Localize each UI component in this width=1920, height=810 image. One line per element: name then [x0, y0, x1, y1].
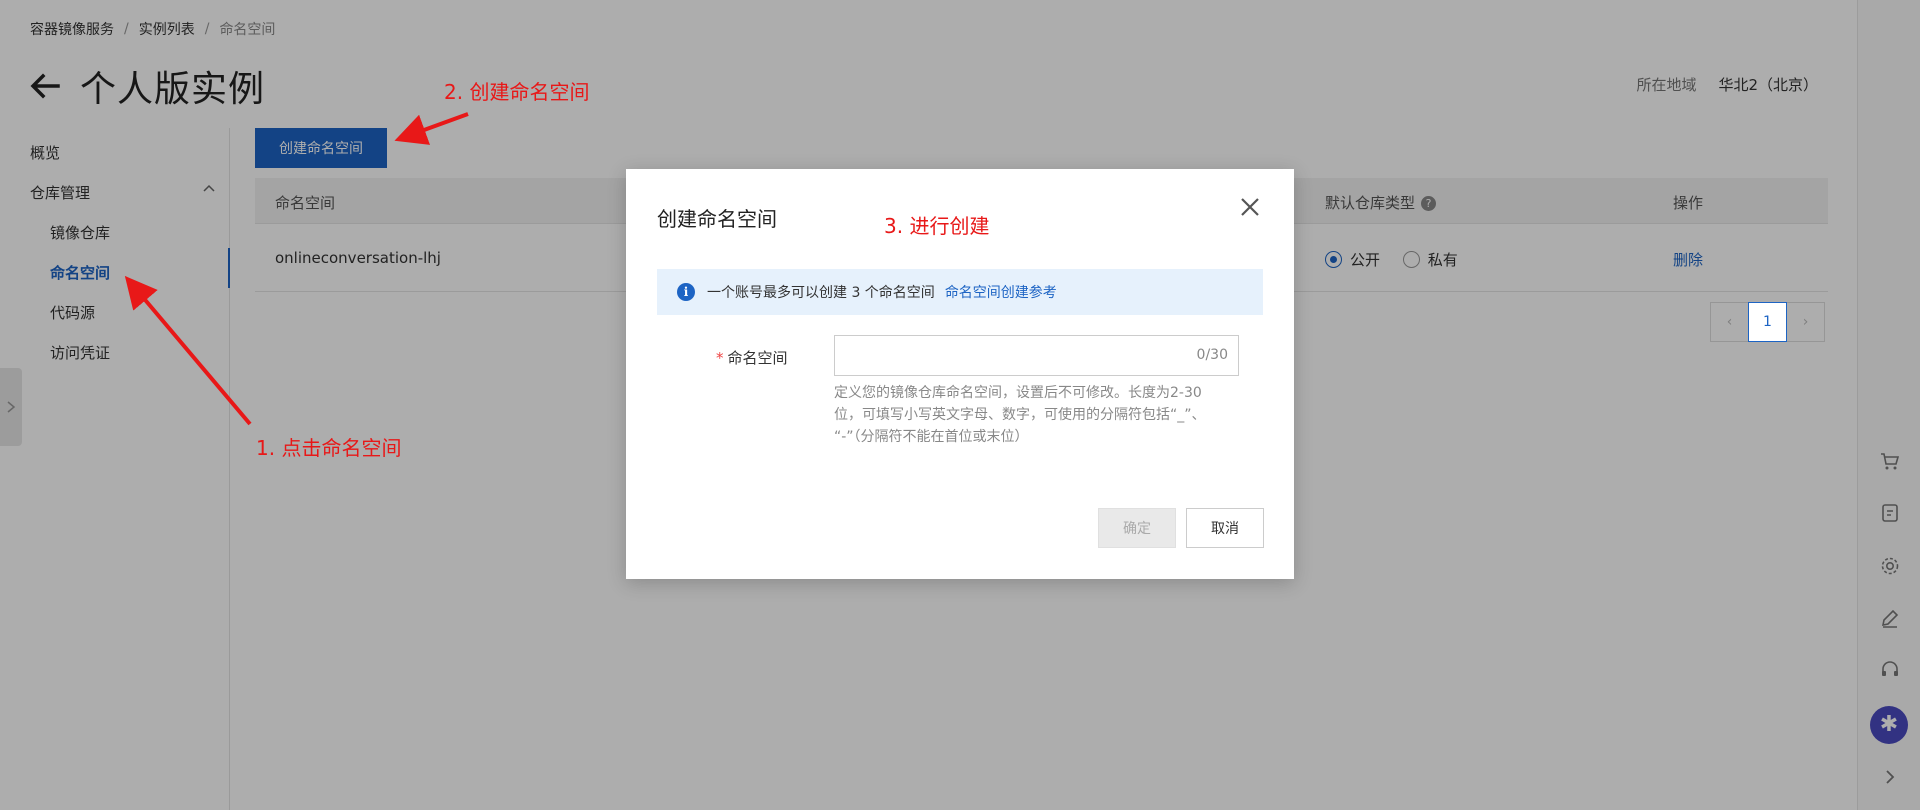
close-icon[interactable]	[1236, 193, 1264, 221]
help-line: 位，可填写小写英文字母、数字，可使用的分隔符包括“_”、	[834, 407, 1206, 423]
annotation-step-3: 3. 进行创建	[884, 214, 990, 238]
dialog-title: 创建命名空间	[657, 207, 777, 231]
page-root: 容器镜像服务 / 实例列表 / 命名空间 个人版实例 所在地域 华北2（北京） …	[0, 0, 1920, 810]
required-mark: *	[716, 349, 724, 367]
confirm-button[interactable]: 确定	[1098, 508, 1176, 548]
info-icon: i	[677, 283, 695, 301]
info-banner: i 一个账号最多可以创建 3 个命名空间 命名空间创建参考	[657, 269, 1263, 315]
namespace-reference-link[interactable]: 命名空间创建参考	[945, 282, 1057, 302]
namespace-field-label-text: 命名空间	[727, 349, 788, 367]
char-counter: 0/30	[1196, 347, 1228, 363]
help-line: “-”（分隔符不能在首位或末位）	[834, 429, 1029, 445]
namespace-field-help: 定义您的镜像仓库命名空间，设置后不可修改。长度为2-30 位，可填写小写英文字母…	[834, 382, 1239, 448]
namespace-field-label: * 命名空间	[716, 347, 788, 368]
annotation-step-1: 1. 点击命名空间	[256, 436, 402, 460]
cancel-button[interactable]: 取消	[1186, 508, 1264, 548]
pager-page-1[interactable]: 1	[1748, 302, 1787, 342]
namespace-input-wrapper: 0/30	[834, 335, 1239, 376]
annotation-step-2: 2. 创建命名空间	[444, 80, 590, 104]
namespace-input[interactable]	[835, 336, 1238, 375]
info-text: 一个账号最多可以创建 3 个命名空间	[707, 285, 935, 301]
help-line: 定义您的镜像仓库命名空间，设置后不可修改。长度为2-30	[834, 385, 1202, 401]
